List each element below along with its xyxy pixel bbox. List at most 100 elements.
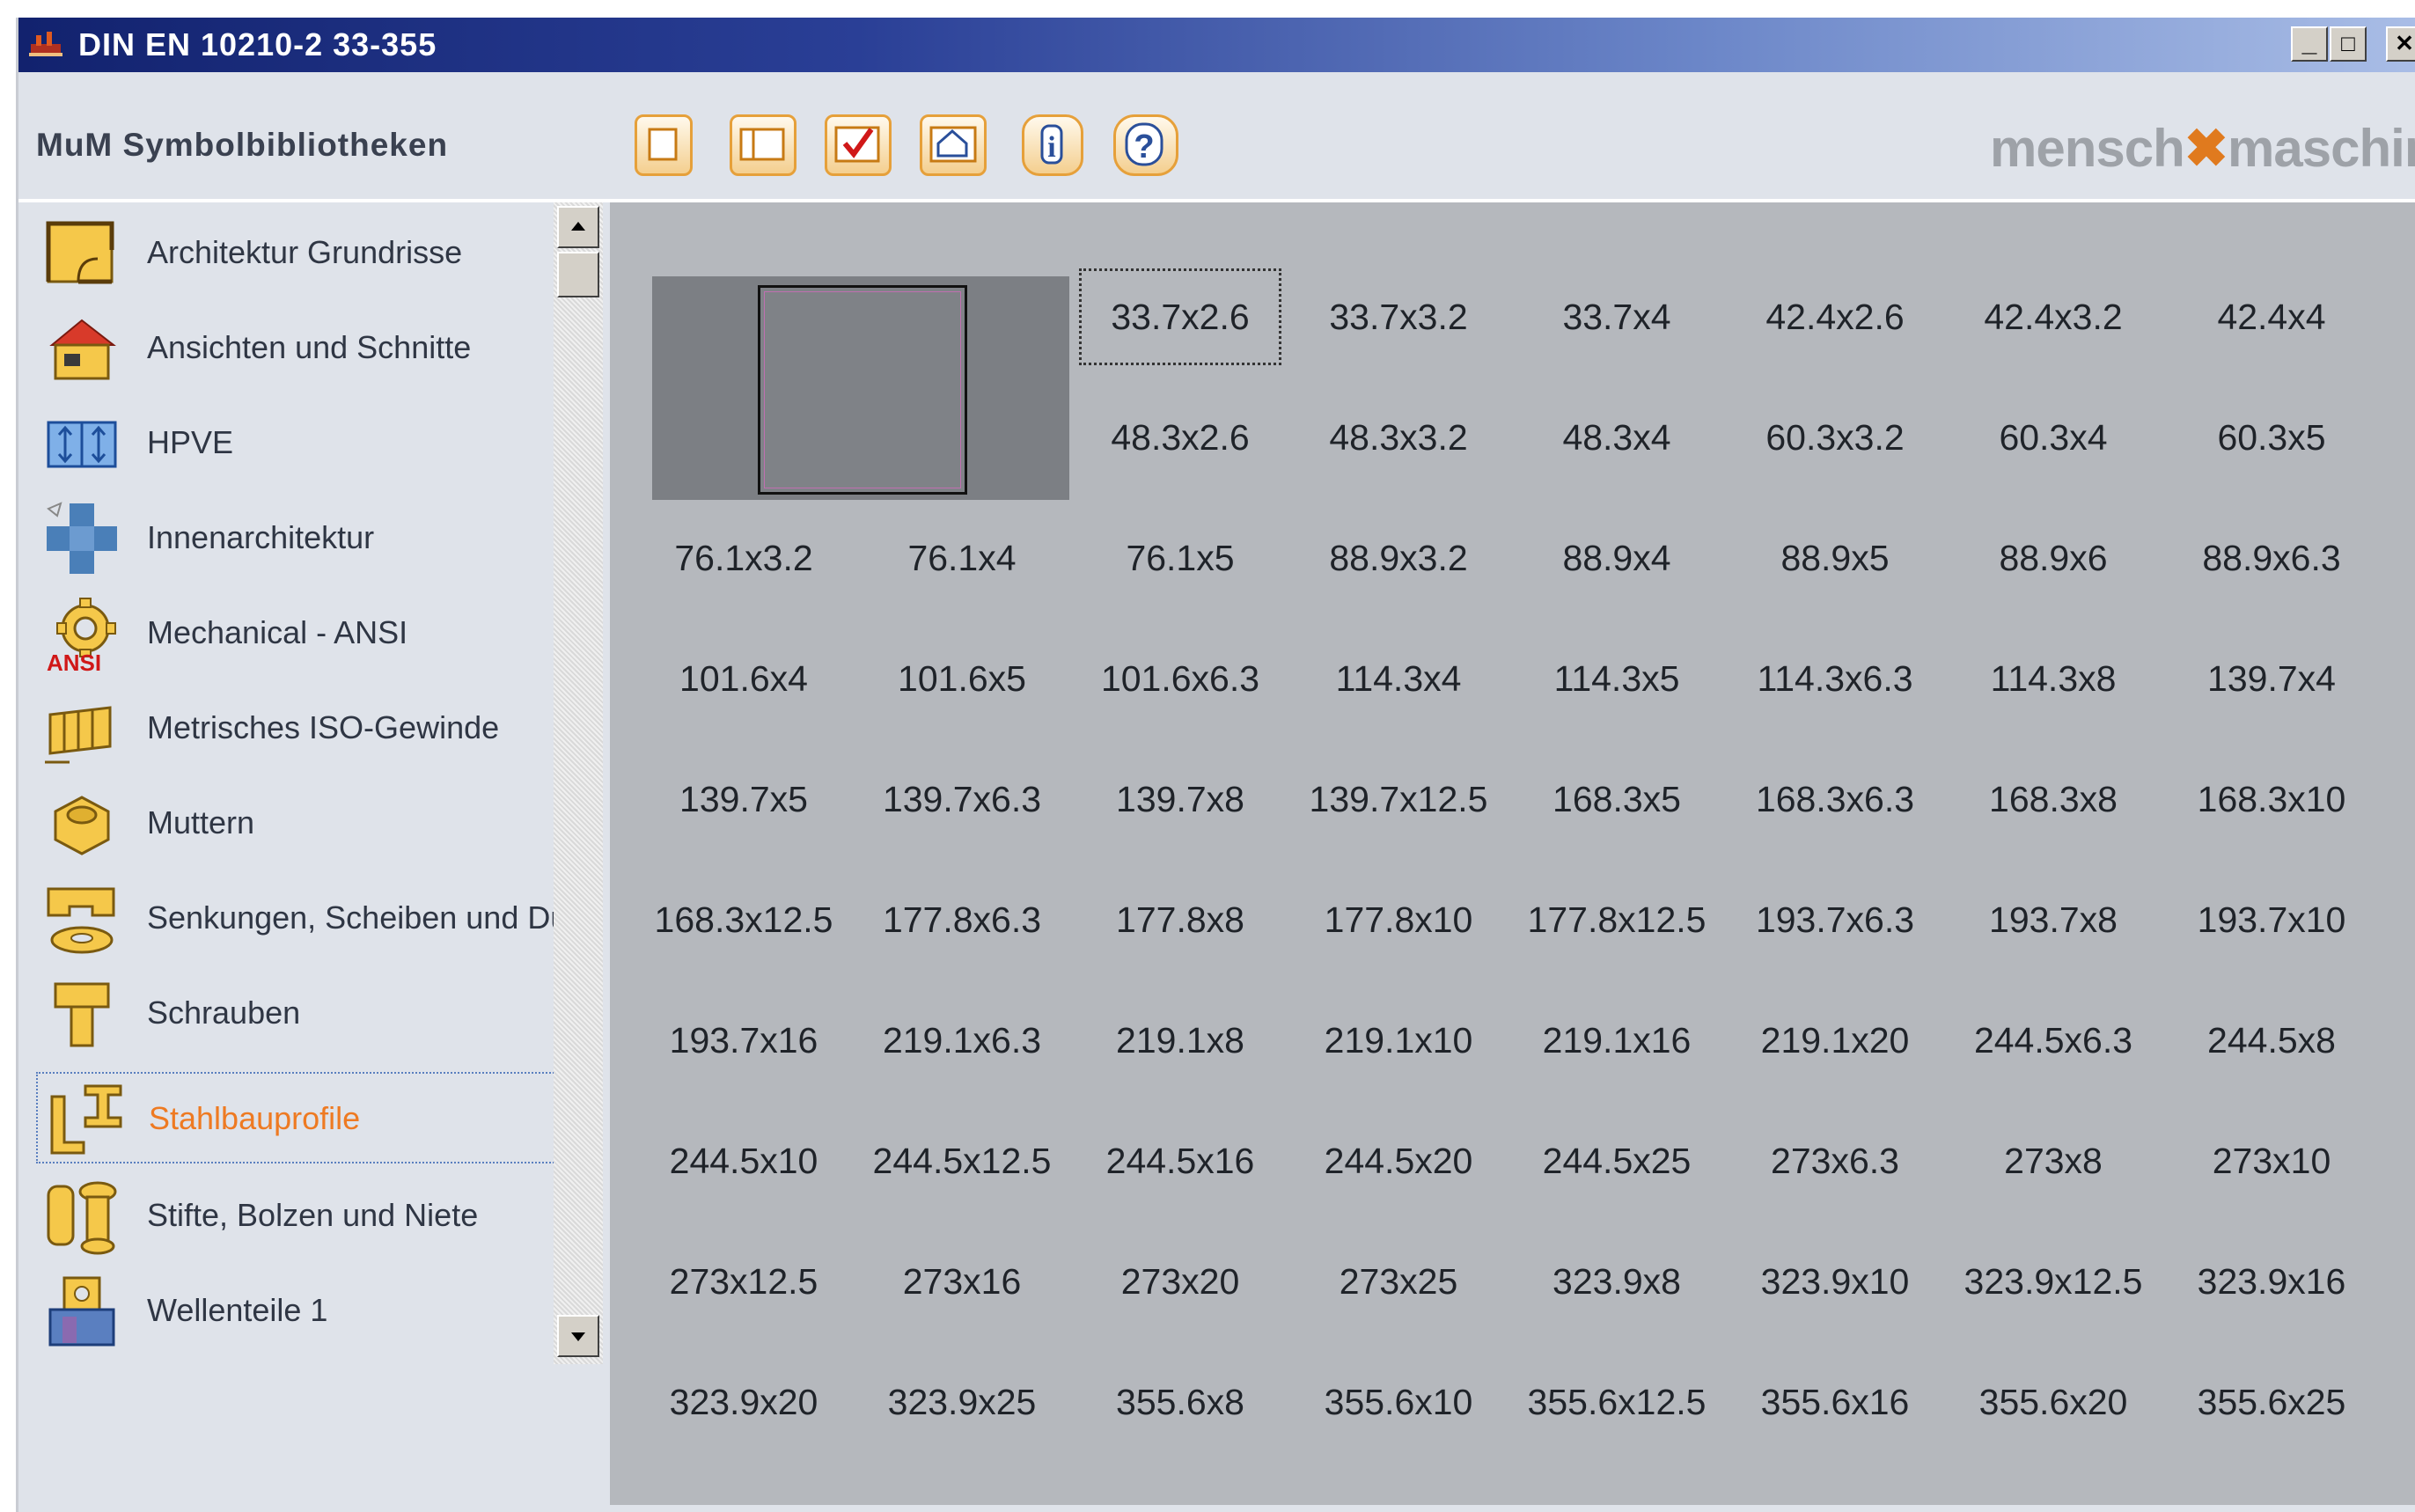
profile-size-cell[interactable]: 42.4x3.2 xyxy=(1948,264,2159,370)
profile-size-cell[interactable]: 168.3x8 xyxy=(1948,746,2159,852)
sidebar-item-mechanical-ansi[interactable]: ANSI Mechanical - ANSI xyxy=(36,588,573,676)
profile-size-cell[interactable]: 114.3x5 xyxy=(1511,626,1722,731)
profile-size-cell[interactable]: 177.8x6.3 xyxy=(856,867,1068,973)
sidebar-item-innenarchitektur[interactable]: Innenarchitektur xyxy=(36,493,573,581)
profile-size-cell[interactable]: 88.9x6 xyxy=(1948,505,2159,611)
profile-size-cell[interactable]: 219.1x6.3 xyxy=(856,987,1068,1093)
profile-size-cell[interactable]: 168.3x5 xyxy=(1511,746,1722,852)
profile-size-cell[interactable]: 323.9x20 xyxy=(638,1349,849,1455)
profile-size-cell[interactable]: 273x16 xyxy=(856,1229,1068,1334)
profile-size-cell[interactable]: 42.4x4 xyxy=(2166,264,2377,370)
profile-size-cell[interactable]: 244.5x8 xyxy=(2166,987,2377,1093)
sidebar-item-ansichten-und-schnitte[interactable]: Ansichten und Schnitte xyxy=(36,303,573,391)
profile-size-cell[interactable]: 355.6x10 xyxy=(1293,1349,1504,1455)
profile-size-cell[interactable]: 323.9x10 xyxy=(1729,1229,1941,1334)
profile-size-cell[interactable]: 114.3x8 xyxy=(1948,626,2159,731)
profile-size-cell[interactable]: 273x25 xyxy=(1293,1229,1504,1334)
profile-size-cell[interactable]: 193.7x6.3 xyxy=(1729,867,1941,973)
profile-size-cell[interactable]: 139.7x5 xyxy=(638,746,849,852)
profile-size-cell[interactable]: 48.3x4 xyxy=(1511,385,1722,490)
profile-size-cell[interactable]: 273x20 xyxy=(1075,1229,1286,1334)
profile-size-cell[interactable]: 273x6.3 xyxy=(1729,1108,1941,1214)
scroll-down-button[interactable] xyxy=(557,1315,599,1357)
profile-size-cell[interactable]: 355.6x16 xyxy=(1729,1349,1941,1455)
info-button[interactable]: i xyxy=(1022,114,1083,176)
profile-size-cell[interactable]: 88.9x6.3 xyxy=(2166,505,2377,611)
scroll-up-button[interactable] xyxy=(557,206,599,248)
profile-size-cell[interactable]: 33.7x2.6 xyxy=(1075,264,1286,370)
profile-size-cell[interactable]: 244.5x10 xyxy=(638,1108,849,1214)
profile-size-cell[interactable]: 219.1x10 xyxy=(1293,987,1504,1093)
profile-size-cell[interactable]: 323.9x8 xyxy=(1511,1229,1722,1334)
profile-size-cell[interactable]: 323.9x25 xyxy=(856,1349,1068,1455)
profile-size-cell[interactable]: 139.7x4 xyxy=(2166,626,2377,731)
profile-size-cell[interactable]: 139.7x8 xyxy=(1075,746,1286,852)
maximize-button[interactable]: □ xyxy=(2330,26,2367,62)
profile-size-cell[interactable]: 48.3x3.2 xyxy=(1293,385,1504,490)
profile-size-cell[interactable]: 355.6x12.5 xyxy=(1511,1349,1722,1455)
scroll-thumb[interactable] xyxy=(557,252,599,297)
profile-size-cell[interactable]: 60.3x5 xyxy=(2166,385,2377,490)
sidebar-item-stahlbauprofile[interactable]: Stahlbauprofile xyxy=(36,1072,575,1163)
profile-size-cell[interactable]: 355.6x20 xyxy=(1948,1349,2159,1455)
profile-size-cell[interactable]: 273x10 xyxy=(2166,1108,2377,1214)
profile-size-cell[interactable]: 88.9x3.2 xyxy=(1293,505,1504,611)
profile-size-cell[interactable]: 101.6x6.3 xyxy=(1075,626,1286,731)
close-button[interactable]: ✕ xyxy=(2386,26,2415,62)
profile-size-cell[interactable]: 139.7x6.3 xyxy=(856,746,1068,852)
profile-size-cell[interactable]: 355.6x8 xyxy=(1075,1349,1286,1455)
profile-size-cell[interactable]: 76.1x3.2 xyxy=(638,505,849,611)
profile-size-cell[interactable]: 273x8 xyxy=(1948,1108,2159,1214)
profile-size-cell[interactable]: 114.3x4 xyxy=(1293,626,1504,731)
sidebar-item-metrisches-iso-gewinde[interactable]: Metrisches ISO-Gewinde xyxy=(36,683,573,771)
profile-size-cell[interactable]: 168.3x12.5 xyxy=(638,867,849,973)
sidebar-item-architektur-grundrisse[interactable]: Architektur Grundrisse xyxy=(36,208,573,296)
profile-size-cell[interactable]: 193.7x8 xyxy=(1948,867,2159,973)
profile-size-cell[interactable]: 273x12.5 xyxy=(638,1229,849,1334)
profile-size-cell[interactable]: 88.9x4 xyxy=(1511,505,1722,611)
profile-size-cell[interactable]: 139.7x12.5 xyxy=(1293,746,1504,852)
profile-size-cell[interactable]: 244.5x25 xyxy=(1511,1108,1722,1214)
sidebar-item-hpve[interactable]: HPVE xyxy=(36,398,573,486)
sidebar-item-stifte-bolzen-niete[interactable]: Stifte, Bolzen und Niete xyxy=(36,1171,573,1259)
profile-size-cell[interactable]: 244.5x6.3 xyxy=(1948,987,2159,1093)
sidebar-item-muttern[interactable]: Muttern xyxy=(36,778,573,866)
profile-size-cell[interactable]: 76.1x4 xyxy=(856,505,1068,611)
profile-size-cell[interactable]: 193.7x16 xyxy=(638,987,849,1093)
profile-size-cell[interactable]: 244.5x16 xyxy=(1075,1108,1286,1214)
sidebar-item-schrauben[interactable]: Schrauben xyxy=(36,968,573,1056)
profile-size-cell[interactable]: 355.6x25 xyxy=(2166,1349,2377,1455)
profile-size-cell[interactable]: 101.6x4 xyxy=(638,626,849,731)
profile-size-cell[interactable]: 60.3x3.2 xyxy=(1729,385,1941,490)
profile-size-cell[interactable]: 101.6x5 xyxy=(856,626,1068,731)
profile-size-cell[interactable]: 76.1x5 xyxy=(1075,505,1286,611)
profile-size-cell[interactable]: 244.5x20 xyxy=(1293,1108,1504,1214)
sidebar-item-senkungen[interactable]: Senkungen, Scheiben und Du xyxy=(36,873,573,961)
profile-size-cell[interactable]: 33.7x4 xyxy=(1511,264,1722,370)
profile-size-cell[interactable]: 168.3x6.3 xyxy=(1729,746,1941,852)
profile-size-cell[interactable]: 219.1x16 xyxy=(1511,987,1722,1093)
single-view-button[interactable] xyxy=(635,114,693,176)
profile-size-cell[interactable]: 177.8x10 xyxy=(1293,867,1504,973)
insert-symbol-button[interactable] xyxy=(920,114,987,176)
profile-size-cell[interactable]: 88.9x5 xyxy=(1729,505,1941,611)
minimize-button[interactable]: _ xyxy=(2291,26,2328,62)
profile-size-cell[interactable]: 193.7x10 xyxy=(2166,867,2377,973)
sidebar-item-wellenteile-1[interactable]: Wellenteile 1 xyxy=(36,1266,573,1354)
sidebar-scrollbar[interactable] xyxy=(554,202,603,1364)
profile-size-cell[interactable]: 168.3x10 xyxy=(2166,746,2377,852)
profile-size-cell[interactable]: 177.8x8 xyxy=(1075,867,1286,973)
profile-size-cell[interactable]: 323.9x12.5 xyxy=(1948,1229,2159,1334)
check-button[interactable] xyxy=(825,114,892,176)
split-view-button[interactable] xyxy=(730,114,796,176)
help-button[interactable]: ? xyxy=(1113,114,1178,176)
profile-size-cell[interactable]: 60.3x4 xyxy=(1948,385,2159,490)
profile-size-cell[interactable]: 42.4x2.6 xyxy=(1729,264,1941,370)
profile-size-cell[interactable]: 219.1x20 xyxy=(1729,987,1941,1093)
profile-size-cell[interactable]: 177.8x12.5 xyxy=(1511,867,1722,973)
profile-size-cell[interactable]: 48.3x2.6 xyxy=(1075,385,1286,490)
profile-size-cell[interactable]: 114.3x6.3 xyxy=(1729,626,1941,731)
profile-size-cell[interactable]: 244.5x12.5 xyxy=(856,1108,1068,1214)
profile-size-cell[interactable]: 323.9x16 xyxy=(2166,1229,2377,1334)
profile-size-cell[interactable]: 219.1x8 xyxy=(1075,987,1286,1093)
